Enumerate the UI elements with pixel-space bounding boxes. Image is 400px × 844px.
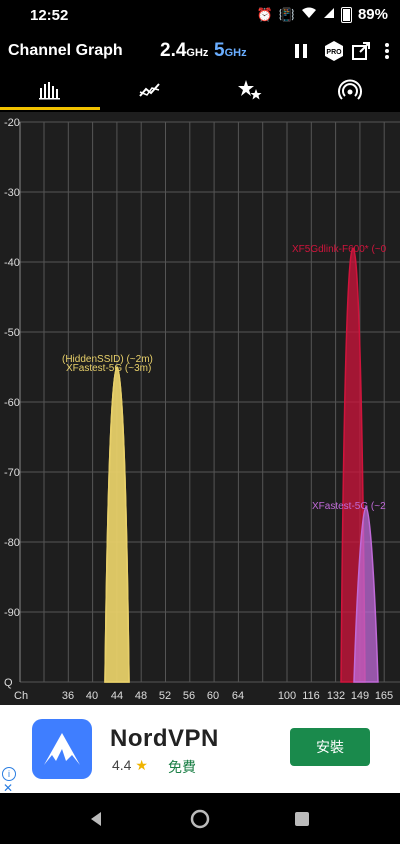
x-axis-label: Ch [14, 690, 28, 702]
x-tick-label: 64 [232, 690, 244, 702]
y-tick-label: -50 [4, 327, 20, 339]
x-tick-label: 48 [135, 690, 147, 702]
network-label: XFastest-5G (~3m) [66, 363, 151, 374]
ad-banner[interactable]: NordVPN 4.4 ★ 免費 安裝 i ✕ [0, 705, 400, 795]
bar-chart-icon [39, 82, 60, 100]
install-button[interactable]: 安裝 [290, 728, 370, 766]
system-nav-bar [0, 793, 400, 844]
network-label: XFastest-5G (~2 [312, 501, 386, 512]
home-button[interactable] [170, 793, 230, 844]
status-bar: 12:52 ⏰ 📳 89% [0, 0, 400, 32]
vibrate-icon: 📳 [278, 6, 295, 22]
ad-price: 免費 [168, 759, 196, 775]
app-bar: Channel Graph 2.4GHz 5GHz PRO [0, 32, 400, 70]
x-tick-label: 44 [111, 690, 123, 702]
active-tab-indicator [0, 107, 100, 110]
back-button[interactable] [66, 793, 126, 844]
ad-rating: 4.4 ★ [112, 757, 148, 774]
x-tick-label: 56 [183, 690, 195, 702]
x-tick-label: 100 [278, 690, 296, 702]
back-icon [91, 811, 101, 826]
recents-icon [295, 811, 309, 826]
star-icon: ★ [135, 757, 148, 773]
network-peak [104, 366, 130, 683]
y-tick-label: -60 [4, 397, 20, 409]
line-chart-icon [139, 83, 160, 97]
status-icons: ⏰ 📳 89% [257, 6, 388, 23]
more-vert-icon[interactable] [376, 40, 398, 62]
tab-channel-rating[interactable] [200, 70, 300, 110]
home-icon [190, 809, 210, 828]
tab-time-graph[interactable] [100, 70, 200, 110]
y-tick-label: -70 [4, 467, 20, 479]
y-tick-label: -90 [4, 607, 20, 619]
network-label: XF5Gdlink-F600* (~0 [292, 244, 387, 255]
ad-info-icon[interactable]: i [2, 767, 16, 781]
ad-app-name: NordVPN [110, 725, 219, 752]
y-tick-label: Q [4, 677, 13, 689]
x-tick-label: 165 [375, 690, 393, 702]
pro-badge-icon[interactable]: PRO [323, 40, 345, 62]
x-tick-label: 116 [302, 690, 320, 702]
y-tick-label: -20 [4, 117, 20, 129]
band-5-unit: GHz [224, 47, 247, 59]
band-5-value: 5 [214, 40, 225, 61]
recents-button[interactable] [272, 793, 332, 844]
cell-signal-icon [323, 7, 335, 22]
x-tick-label: 40 [86, 690, 98, 702]
x-tick-label: 149 [351, 690, 369, 702]
tab-access-points[interactable] [300, 70, 400, 110]
share-icon[interactable] [350, 40, 372, 62]
y-tick-label: -30 [4, 187, 20, 199]
status-time: 12:52 [30, 7, 69, 24]
tab-channel-graph[interactable] [0, 70, 100, 110]
y-tick-label: -40 [4, 257, 20, 269]
x-tick-label: 132 [327, 690, 345, 702]
ad-rating-value: 4.4 [112, 757, 132, 773]
channel-graph-svg: -20 -30 -40 -50 -60 -70 -80 -90 QCh 36 40 44 48 52 56 6… [4, 117, 400, 702]
x-tick-label: 52 [159, 690, 171, 702]
band-24-value: 2.4 [160, 40, 187, 61]
pro-label: PRO [326, 49, 342, 56]
battery-percent: 89% [357, 6, 388, 23]
y-tick-label: -80 [4, 537, 20, 549]
page-title: Channel Graph [8, 42, 123, 59]
band-5ghz-toggle[interactable]: 5GHz [214, 40, 247, 62]
signal-icon [338, 79, 362, 100]
wifi-icon [301, 7, 317, 22]
x-tick-label: 60 [207, 690, 219, 702]
x-tick-label: 36 [62, 690, 74, 702]
stars-icon [238, 80, 262, 100]
channel-graph: -20 -30 -40 -50 -60 -70 -80 -90 Q Ch 36 40 44 48 52 56 6… [0, 112, 400, 705]
alarm-icon: ⏰ [256, 6, 273, 22]
nordvpn-logo [32, 719, 92, 779]
band-24ghz-toggle[interactable]: 2.4GHz [160, 40, 208, 62]
tab-bar [0, 70, 400, 110]
band-24-unit: GHz [186, 47, 209, 59]
battery-icon [340, 6, 352, 23]
pause-icon[interactable] [290, 40, 312, 62]
